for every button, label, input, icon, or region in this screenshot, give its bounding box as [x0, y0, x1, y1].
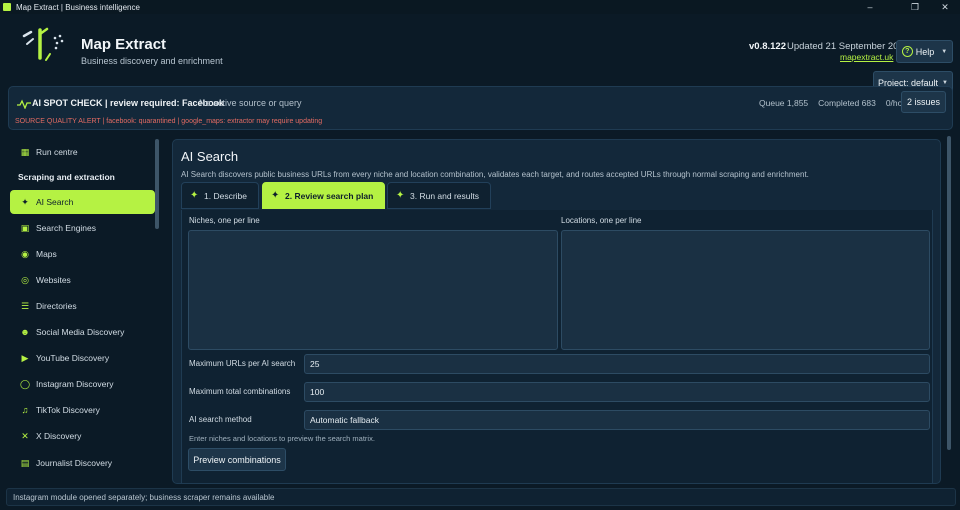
- sidebar-item-ai-search[interactable]: ✦ AI Search: [10, 190, 155, 214]
- chevron-down-icon: ▼: [941, 48, 948, 55]
- sidebar-item-maps[interactable]: ◉ Maps: [10, 242, 155, 266]
- tab-run-and-results[interactable]: ✦ 3. Run and results: [387, 182, 491, 209]
- queue-count: Queue 1,855: [759, 98, 809, 108]
- globe-icon: ◎: [21, 275, 29, 285]
- sparkle-icon: ✦: [396, 190, 405, 201]
- people-icon: ☻: [20, 327, 30, 337]
- sidebar-item-x-discovery[interactable]: ✕ X Discovery: [10, 424, 155, 448]
- help-icon: ?: [901, 46, 913, 57]
- preview-hint: Enter niches and locations to preview th…: [189, 434, 375, 443]
- sidebar-item-label: YouTube Discovery: [36, 353, 110, 363]
- search-method-label: AI search method: [189, 415, 252, 424]
- app-header: Map Extract Business discovery and enric…: [0, 14, 960, 95]
- restore-icon[interactable]: ❐: [900, 0, 930, 14]
- max-urls-label: Maximum URLs per AI search: [189, 359, 296, 368]
- page-title: AI Search: [181, 149, 239, 164]
- help-button[interactable]: ? Help ▼: [896, 40, 953, 63]
- status-bar: Instagram module opened separately; busi…: [6, 488, 956, 506]
- sidebar-item-directories[interactable]: ☰ Directories: [10, 294, 155, 318]
- sidebar-item-label: Journalist Discovery: [36, 458, 113, 468]
- sidebar-item-social-media-discovery[interactable]: ☻ Social Media Discovery: [10, 320, 155, 344]
- sidebar-item-label: Search Engines: [36, 223, 97, 233]
- sparkle-icon: ✦: [21, 197, 29, 207]
- grid-icon: ▦: [20, 147, 30, 157]
- source-status: No active source or query: [199, 98, 302, 108]
- tiktok-icon: ♫: [21, 405, 29, 415]
- title-bar: Map Extract | Business intelligence – ❐ …: [0, 0, 960, 14]
- sidebar-item-youtube-discovery[interactable]: ▶ YouTube Discovery: [10, 346, 155, 370]
- sidebar-item-label: Maps: [36, 249, 57, 259]
- close-icon[interactable]: ✕: [930, 0, 960, 14]
- window-title: Map Extract | Business intelligence: [16, 2, 140, 12]
- sidebar-item-label: Instagram Discovery: [36, 379, 114, 389]
- completed-count: Completed 683: [818, 98, 876, 108]
- max-combinations-label: Maximum total combinations: [189, 387, 291, 396]
- spot-check-panel: AI SPOT CHECK | review required: Faceboo…: [8, 86, 953, 130]
- tab-label: 2. Review search plan: [285, 190, 374, 201]
- niches-textarea[interactable]: [188, 230, 558, 350]
- map-pin-icon: ◉: [21, 249, 29, 259]
- sidebar-item-websites[interactable]: ◎ Websites: [10, 268, 155, 292]
- page-description: AI Search discovers public business URLs…: [181, 170, 809, 179]
- site-link[interactable]: mapextract.uk: [840, 52, 893, 62]
- sidebar-item-journalist-discovery[interactable]: ▤ Journalist Discovery: [10, 451, 155, 475]
- spot-check-title: AI SPOT CHECK | review required: Faceboo…: [32, 98, 225, 108]
- sidebar-item-label: Directories: [36, 301, 77, 311]
- tab-review-search-plan[interactable]: ✦ 2. Review search plan: [262, 182, 385, 209]
- sidebar-item-run-centre[interactable]: ▦ Run centre: [10, 140, 155, 164]
- sidebar-item-search-engines[interactable]: ▣ Search Engines: [10, 216, 155, 240]
- source-quality-alert: SOURCE QUALITY ALERT | facebook: quarant…: [15, 118, 323, 125]
- sparkle-icon: ✦: [190, 190, 199, 201]
- version-label: v0.8.122: [749, 41, 786, 52]
- main-scrollbar[interactable]: [947, 136, 951, 450]
- sidebar-section-heading: Scraping and extraction: [18, 172, 115, 182]
- tab-label: 3. Run and results: [410, 190, 479, 201]
- tab-describe[interactable]: ✦ 1. Describe: [181, 182, 259, 209]
- newspaper-icon: ▤: [20, 458, 30, 468]
- tab-label: 1. Describe: [204, 190, 247, 201]
- sidebar-scrollbar[interactable]: [155, 139, 159, 229]
- sidebar-item-label: Social Media Discovery: [36, 327, 125, 337]
- sidebar-item-label: Run centre: [36, 147, 78, 157]
- pulse-icon: [17, 99, 31, 109]
- sidebar-item-label: Websites: [36, 275, 71, 285]
- sidebar-item-tiktok-discovery[interactable]: ♫ TikTok Discovery: [10, 398, 155, 422]
- help-label: Help: [915, 46, 935, 57]
- map-extract-logo-icon: [22, 27, 64, 61]
- app-icon: [3, 3, 11, 11]
- app-name: Map Extract: [81, 36, 167, 53]
- sparkle-icon: ✦: [271, 190, 280, 201]
- youtube-icon: ▶: [21, 353, 29, 363]
- app-subtitle: Business discovery and enrichment: [81, 56, 223, 66]
- max-combinations-input[interactable]: [304, 382, 930, 402]
- x-icon: ✕: [21, 431, 29, 441]
- search-method-select[interactable]: [304, 410, 930, 430]
- max-urls-input[interactable]: [304, 354, 930, 374]
- locations-label: Locations, one per line: [561, 216, 642, 225]
- sidebar: ▦ Run centre Scraping and extraction ✦ A…: [8, 137, 161, 483]
- issues-button[interactable]: 2 issues: [901, 91, 946, 113]
- sidebar-item-instagram-discovery[interactable]: ◯ Instagram Discovery: [10, 372, 155, 396]
- updated-date: Updated 21 September 2026: [787, 41, 910, 52]
- search-engine-icon: ▣: [20, 223, 30, 233]
- list-icon: ☰: [20, 301, 30, 311]
- niches-label: Niches, one per line: [189, 216, 260, 225]
- sidebar-item-label: TikTok Discovery: [36, 405, 100, 415]
- sidebar-item-label: AI Search: [36, 197, 74, 207]
- search-plan-form: Niches, one per line Locations, one per …: [181, 210, 933, 483]
- sidebar-item-label: X Discovery: [36, 431, 82, 441]
- queue-stats: Queue 1,855 Completed 683 0/hour: [759, 98, 910, 108]
- status-text: Instagram module opened separately; busi…: [13, 492, 275, 502]
- preview-combinations-button[interactable]: Preview combinations: [188, 448, 286, 471]
- minimize-icon[interactable]: –: [855, 0, 885, 14]
- instagram-icon: ◯: [20, 379, 31, 389]
- ai-search-panel: AI Search AI Search discovers public bus…: [172, 139, 941, 484]
- locations-textarea[interactable]: [561, 230, 930, 350]
